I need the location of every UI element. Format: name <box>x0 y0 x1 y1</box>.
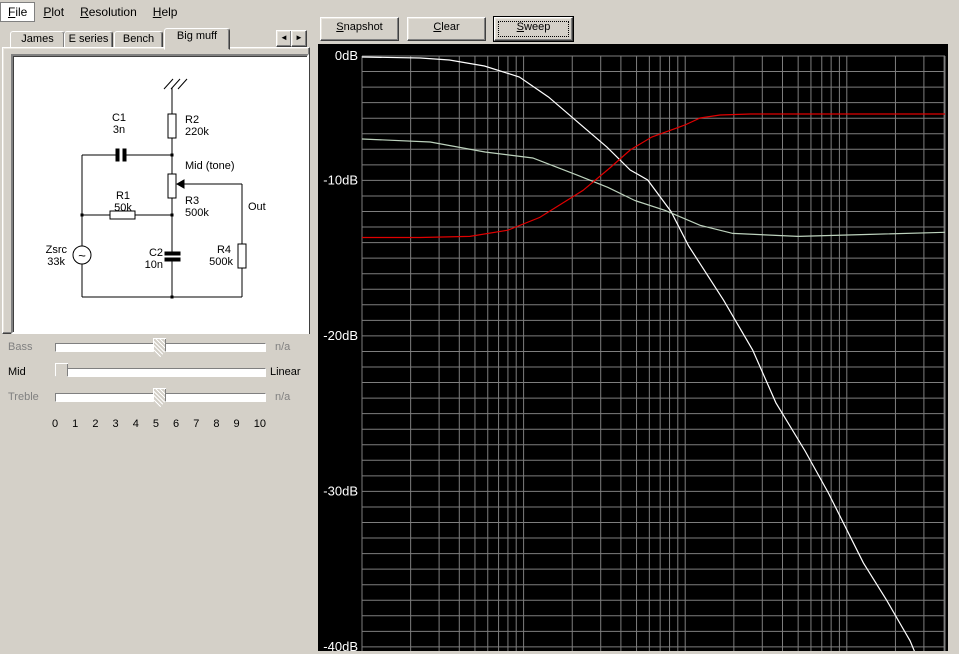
bass-slider-value: n/a <box>275 341 290 353</box>
resistor-r2 <box>168 114 176 138</box>
label-r1: R1 <box>116 190 130 202</box>
label-r2-value: 220k <box>185 126 209 138</box>
menu-file[interactable]: File <box>0 2 35 22</box>
label-c1-value: 3n <box>113 124 125 136</box>
app-window: { "menu": { "items": [ {"label": "File",… <box>0 0 959 651</box>
scale-number: 0 <box>52 418 58 430</box>
y-axis-tick-label: -40dB <box>323 639 358 651</box>
sine-glyph: ~ <box>78 248 86 263</box>
y-axis-tick-label: 0dB <box>335 48 358 63</box>
treble-slider-thumb[interactable] <box>153 388 166 408</box>
slider-label-bass: Bass <box>8 341 53 353</box>
label-c1: C1 <box>112 112 126 124</box>
capacitor-c2 <box>165 252 180 261</box>
circuit-schematic: C1 3n R2 220k Mid (tone) R3 500k R1 50k … <box>15 58 305 330</box>
tab-page-big-muff: C1 3n R2 220k Mid (tone) R3 500k R1 50k … <box>2 47 310 334</box>
pot-wiper-arrow <box>177 180 184 188</box>
y-axis-tick-label: -20dB <box>323 328 358 343</box>
capacitor-c1 <box>116 149 126 161</box>
frequency-response-plot[interactable]: 0dB -10dB -20dB -30dB -40dB <box>318 44 948 651</box>
sweep-button[interactable]: Sweep <box>494 17 573 41</box>
scale-number: 9 <box>234 418 240 430</box>
scale-number: 7 <box>193 418 199 430</box>
y-axis-tick-label: -30dB <box>323 483 358 498</box>
tab-scroll-left-icon[interactable]: ◄ <box>276 30 292 47</box>
snapshot-button[interactable]: Snapshot <box>320 17 399 41</box>
label-zsrc-value: 33k <box>47 256 65 268</box>
label-zsrc: Zsrc <box>46 244 68 256</box>
bass-slider-thumb[interactable] <box>153 338 166 358</box>
label-r4: R4 <box>217 244 231 256</box>
potentiometer-r3 <box>168 174 176 198</box>
circuit-diagram-panel: C1 3n R2 220k Mid (tone) R3 500k R1 50k … <box>11 54 309 334</box>
ground-symbol <box>164 79 187 89</box>
label-r3-value: 500k <box>185 207 209 219</box>
mid-slider-value: Linear <box>270 366 301 378</box>
curve-snapshot-lowpass <box>362 57 916 651</box>
junction-dots <box>81 154 174 299</box>
scale-number: 8 <box>213 418 219 430</box>
menu-resolution[interactable]: Resolution <box>72 2 145 22</box>
label-r4-value: 500k <box>209 256 233 268</box>
menu-help[interactable]: Help <box>145 2 186 22</box>
tab-scroll-right-icon[interactable]: ► <box>291 30 307 47</box>
label-c2: C2 <box>149 247 163 259</box>
scale-number: 1 <box>72 418 78 430</box>
tab-strip: James E series Bench Big muff ◄ ► <box>2 28 310 48</box>
slider-label-mid: Mid <box>8 366 53 378</box>
resistor-r4 <box>238 244 246 268</box>
y-axis-tick-label: -10dB <box>323 172 358 187</box>
tab-big-muff[interactable]: Big muff <box>164 28 230 50</box>
label-out: Out <box>248 201 266 213</box>
treble-slider-value: n/a <box>275 391 290 403</box>
scale-number: 10 <box>254 418 266 430</box>
tone-stack-tab-control: James E series Bench Big muff ◄ ► <box>2 28 310 334</box>
clear-button[interactable]: Clear <box>407 17 486 41</box>
scale-number: 6 <box>173 418 179 430</box>
label-c2-value: 10n <box>145 259 163 271</box>
label-r1-value: 50k <box>114 202 132 214</box>
slider-scale: 0 1 2 3 4 5 6 7 8 9 10 <box>52 418 266 430</box>
mid-slider-thumb[interactable] <box>55 363 68 383</box>
scale-number: 3 <box>113 418 119 430</box>
mid-slider-track[interactable] <box>55 368 266 377</box>
scale-number: 5 <box>153 418 159 430</box>
label-mid-tone: Mid (tone) <box>185 160 235 172</box>
label-r3: R3 <box>185 195 199 207</box>
slider-label-treble: Treble <box>8 391 53 403</box>
scale-number: 4 <box>133 418 139 430</box>
menu-plot[interactable]: Plot <box>35 2 72 22</box>
curve-current-response <box>362 114 945 238</box>
scale-number: 2 <box>92 418 98 430</box>
plot-canvas: 0dB -10dB -20dB -30dB -40dB <box>318 44 948 651</box>
label-r2: R2 <box>185 114 199 126</box>
